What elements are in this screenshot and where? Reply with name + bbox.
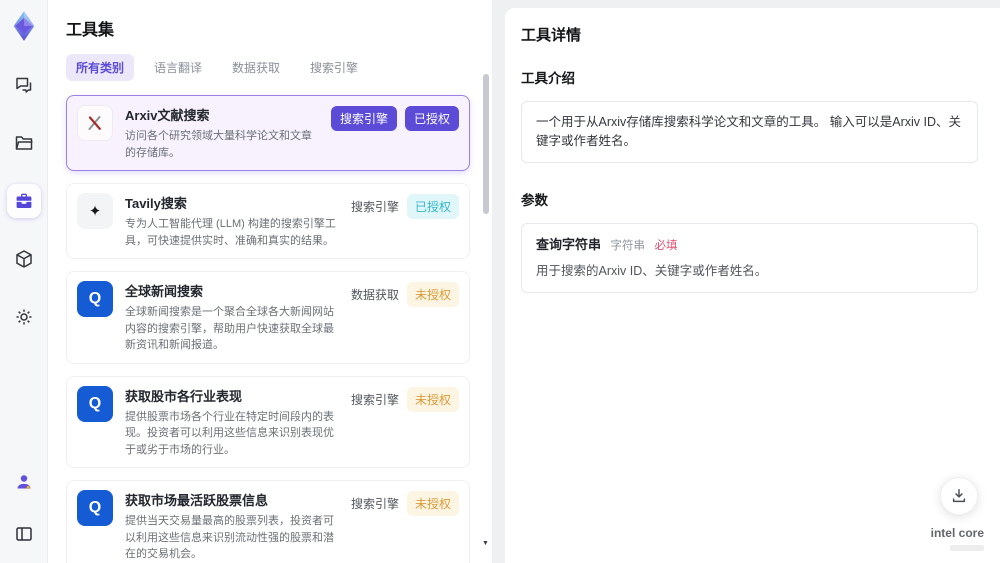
intel-core-logo: intel core [931, 524, 984, 551]
tool-list-panel: 工具集 所有类别 语言翻译 数据获取 搜索引擎 Arxiv文献搜索 访问各个研究… [48, 0, 492, 563]
sidebar-item-chat[interactable] [7, 68, 41, 102]
app-logo-icon[interactable] [8, 10, 40, 42]
download-button[interactable] [940, 477, 978, 515]
tab-data-fetch[interactable]: 数据获取 [222, 54, 290, 81]
param-name: 查询字符串 [536, 236, 602, 252]
blue-q-logo-icon: Q [77, 385, 113, 422]
auth-status-badge[interactable]: 已授权 [404, 106, 459, 131]
tool-cards: Arxiv文献搜索 访问各个研究领域大量科学论文和文章的存储库。 搜索引擎 已授… [66, 95, 492, 563]
auth-status-badge: 未授权 [406, 386, 459, 412]
tab-all-categories[interactable]: 所有类别 [66, 54, 135, 81]
tool-name: Arxiv文献搜索 [125, 108, 210, 123]
tool-desc: 提供当天交易量最高的股票列表，投资者可以利用这些信息来识别流动性强的股票和潜在的… [125, 515, 334, 560]
scrollbar-thumb[interactable] [483, 74, 489, 214]
auth-status-badge: 已授权 [406, 194, 459, 219]
param-box: 查询字符串 字符串 必填 用于搜索的Arxiv ID、关键字或作者姓名。 [521, 222, 978, 293]
auth-status-badge: 未授权 [406, 282, 459, 307]
intro-box: 一个用于从Arxiv存储库搜索科学论文和文章的工具。 输入可以是Arxiv ID… [521, 101, 978, 163]
param-type: 字符串 [610, 239, 646, 252]
tool-desc: 提供股票市场各个行业在特定时间段内的表现。投资者可以利用这些信息来识别表现优于或… [125, 410, 334, 456]
tool-name: 获取市场最活跃股票信息 [125, 493, 269, 508]
gear-icon [16, 309, 31, 325]
category-tag: 搜索引擎 [350, 497, 399, 511]
tool-card-sector-performance[interactable]: Q 获取股市各行业表现 提供股票市场各个行业在特定时间段内的表现。投资者可以利用… [66, 375, 470, 468]
tool-desc: 访问各个研究领域大量科学论文和文章的存储库。 [125, 130, 312, 159]
category-tag[interactable]: 搜索引擎 [330, 106, 397, 131]
user-avatar-icon[interactable] [7, 465, 41, 499]
params-heading: 参数 [521, 192, 548, 208]
brand-sub-bar [950, 545, 984, 551]
tab-search-engine[interactable]: 搜索引擎 [300, 54, 368, 81]
tool-card-tavily[interactable]: ✦ Tavily搜索 专为人工智能代理 (LLM) 构建的搜索引擎工具，可快速提… [66, 183, 470, 259]
folder-icon [15, 136, 32, 150]
tool-card-global-news[interactable]: Q 全球新闻搜索 全球新闻搜索是一个聚合全球各大新闻网站内容的搜索引擎，帮助用户… [66, 271, 470, 364]
icon-sidebar [0, 0, 48, 563]
category-tag: 数据获取 [350, 288, 399, 302]
chat-icon [15, 77, 31, 93]
tool-card-active-stocks[interactable]: Q 获取市场最活跃股票信息 提供当天交易量最高的股票列表，投资者可以利用这些信息… [66, 480, 470, 563]
tavily-star-icon: ✦ [77, 193, 113, 229]
param-required-flag: 必填 [654, 239, 678, 252]
auth-status-badge: 未授权 [406, 491, 459, 516]
toolbox-icon [16, 193, 31, 208]
tool-desc: 全球新闻搜索是一个聚合全球各大新闻网站内容的搜索引擎，帮助用户快速获取全球最新资… [125, 306, 334, 351]
category-tag: 搜索引擎 [350, 200, 399, 214]
category-tag: 搜索引擎 [350, 392, 399, 407]
blue-q-logo-icon: Q [77, 490, 113, 526]
tool-name: Tavily搜索 [125, 196, 187, 211]
tool-name: 获取股市各行业表现 [125, 388, 243, 404]
tool-card-arxiv[interactable]: Arxiv文献搜索 访问各个研究领域大量科学论文和文章的存储库。 搜索引擎 已授… [66, 95, 470, 171]
download-icon [952, 488, 966, 503]
sidebar-item-files[interactable] [7, 126, 41, 160]
page-title: 工具集 [66, 22, 115, 39]
blue-q-logo-icon: Q [77, 281, 113, 317]
tool-name: 全球新闻搜索 [125, 284, 204, 299]
sidebar-bottom [7, 465, 41, 551]
sidebar-nav [6, 68, 41, 334]
tab-translation[interactable]: 语言翻译 [144, 54, 212, 81]
sidebar-item-toolbox[interactable] [6, 184, 41, 218]
intro-heading: 工具介绍 [521, 71, 575, 86]
sidebar-item-settings[interactable] [7, 300, 41, 334]
tool-desc: 专为人工智能代理 (LLM) 构建的搜索引擎工具，可快速提供实时、准确和真实的结… [125, 218, 336, 247]
list-scrollbar[interactable]: ▼ [482, 64, 490, 563]
tool-details-panel: 工具详情 工具介绍 一个用于从Arxiv存储库搜索科学论文和文章的工具。 输入可… [505, 8, 1000, 563]
cube-icon [15, 250, 32, 268]
arxiv-logo-icon [77, 105, 113, 141]
param-desc: 用于搜索的Arxiv ID、关键字或作者姓名。 [536, 263, 768, 278]
details-wrap: 工具详情 工具介绍 一个用于从Arxiv存储库搜索科学论文和文章的工具。 输入可… [492, 0, 1000, 563]
details-title: 工具详情 [521, 27, 582, 44]
scrollbar-down-arrow[interactable]: ▼ [482, 540, 489, 547]
sidebar-item-packages[interactable] [7, 242, 41, 276]
collapse-panel-icon[interactable] [7, 517, 41, 551]
category-tabs: 所有类别 语言翻译 数据获取 搜索引擎 [66, 54, 492, 81]
app-window: 工具集 所有类别 语言翻译 数据获取 搜索引擎 Arxiv文献搜索 访问各个研究… [0, 0, 1000, 563]
